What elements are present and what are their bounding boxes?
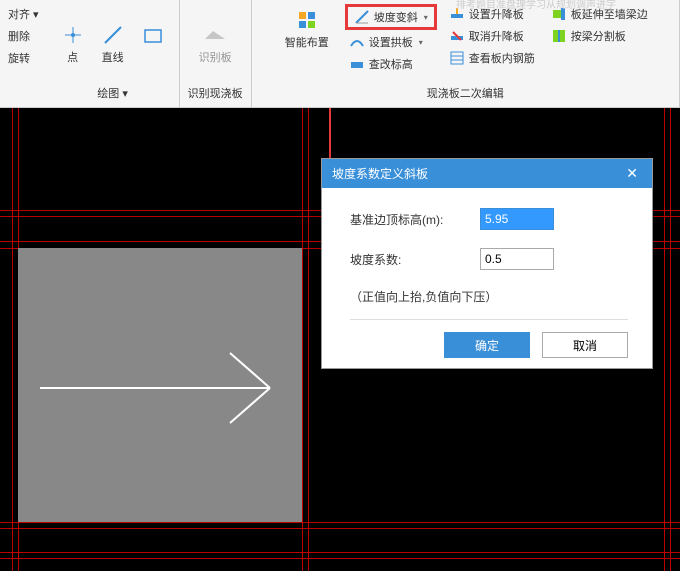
ribbon-group-draw: 点 直线 绘图 ▾ [47, 0, 180, 107]
grid-line [302, 108, 303, 571]
dialog-body: 基准边顶标高(m): 坡度系数: （正值向上抬,负值向下压） 确定 取消 [322, 188, 652, 368]
beam-split-button[interactable]: 按梁分割板 [547, 26, 652, 46]
cancel-lift-button[interactable]: 取消升降板 [445, 26, 539, 46]
elev-label: 基准边顶标高(m): [350, 211, 480, 228]
close-icon[interactable]: ✕ [622, 165, 642, 182]
recognize-slab-icon [203, 23, 227, 47]
beam-split-label: 按梁分割板 [571, 28, 626, 44]
smart-layout-label: 智能布置 [285, 34, 329, 50]
grid-line [670, 108, 671, 571]
view-rebar-label: 查看板内钢筋 [469, 50, 535, 66]
group-recognize-title: 识别现浇板 [188, 83, 243, 103]
grid-line [0, 522, 680, 523]
set-arch-button[interactable]: 设置拱板 ▾ [345, 32, 437, 52]
ribbon-toolbar: 对齐 ▾ 删除 旋转 点 直线 绘 [0, 0, 680, 108]
ribbon-group-cast-edit: 智能布置 坡度变斜 ▾ 设置拱板 [252, 0, 680, 107]
group-cast-edit-title: 现浇板二次编辑 [427, 83, 504, 103]
smart-layout-button[interactable]: 智能布置 [279, 4, 335, 54]
slope-incline-icon [354, 9, 370, 25]
delete-button[interactable]: 删除 [4, 26, 43, 46]
point-icon [61, 23, 85, 47]
point-button[interactable]: 点 [55, 19, 91, 69]
slope-incline-button[interactable]: 坡度变斜 ▾ [345, 4, 437, 30]
cancel-lift-icon [449, 28, 465, 44]
dialog-title: 坡度系数定义斜板 [332, 165, 428, 182]
rect-icon [141, 24, 165, 48]
modify-elev-label: 查改标高 [369, 56, 413, 72]
grid-line [664, 108, 665, 571]
slope-input[interactable] [480, 248, 554, 270]
cancel-lift-label: 取消升降板 [469, 28, 524, 44]
slope-label: 坡度系数: [350, 251, 480, 268]
ok-button[interactable]: 确定 [444, 332, 530, 358]
set-arch-label: 设置拱板 [369, 34, 413, 50]
grid-line [308, 108, 309, 571]
modify-elev-button[interactable]: 查改标高 [345, 54, 437, 74]
rotate-button[interactable]: 旋转 [4, 48, 43, 68]
group-draw-title: 绘图 ▾ [97, 83, 128, 103]
point-label: 点 [67, 49, 78, 65]
line-button[interactable]: 直线 [95, 19, 131, 69]
view-rebar-button[interactable]: 查看板内钢筋 [445, 48, 539, 68]
hint-text: （正值向上抬,负值向下压） [350, 288, 628, 305]
grid-line [0, 528, 680, 529]
ribbon-group-recognize: 识别板 识别现浇板 [180, 0, 252, 107]
beam-split-icon [551, 28, 567, 44]
modify-elev-icon [349, 56, 365, 72]
grid-line [12, 108, 13, 571]
set-arch-icon [349, 34, 365, 50]
grid-line [0, 558, 680, 559]
smart-layout-icon [295, 8, 319, 32]
cancel-button[interactable]: 取消 [542, 332, 628, 358]
view-rebar-icon [449, 50, 465, 66]
faint-top-text: 排考题目准盘理学习从规划调声进字 [456, 0, 616, 11]
slope-incline-label: 坡度变斜 [374, 9, 418, 25]
dialog-titlebar[interactable]: 坡度系数定义斜板 ✕ [322, 159, 652, 188]
recognize-slab-label: 识别板 [199, 49, 232, 65]
chevron-down-icon: ▾ [424, 13, 428, 22]
line-label: 直线 [102, 49, 124, 65]
chevron-down-icon: ▾ [419, 38, 423, 47]
slope-dialog: 坡度系数定义斜板 ✕ 基准边顶标高(m): 坡度系数: （正值向上抬,负值向下压… [321, 158, 653, 369]
elev-input[interactable] [480, 208, 554, 230]
divider [350, 319, 628, 320]
line-icon [101, 23, 125, 47]
align-button[interactable]: 对齐 ▾ [4, 4, 43, 24]
direction-arrow [40, 338, 290, 438]
recognize-slab-button[interactable]: 识别板 [193, 19, 238, 69]
rect-button[interactable] [135, 20, 171, 68]
grid-line [0, 552, 680, 553]
left-partial-group: 对齐 ▾ 删除 旋转 [0, 0, 47, 107]
